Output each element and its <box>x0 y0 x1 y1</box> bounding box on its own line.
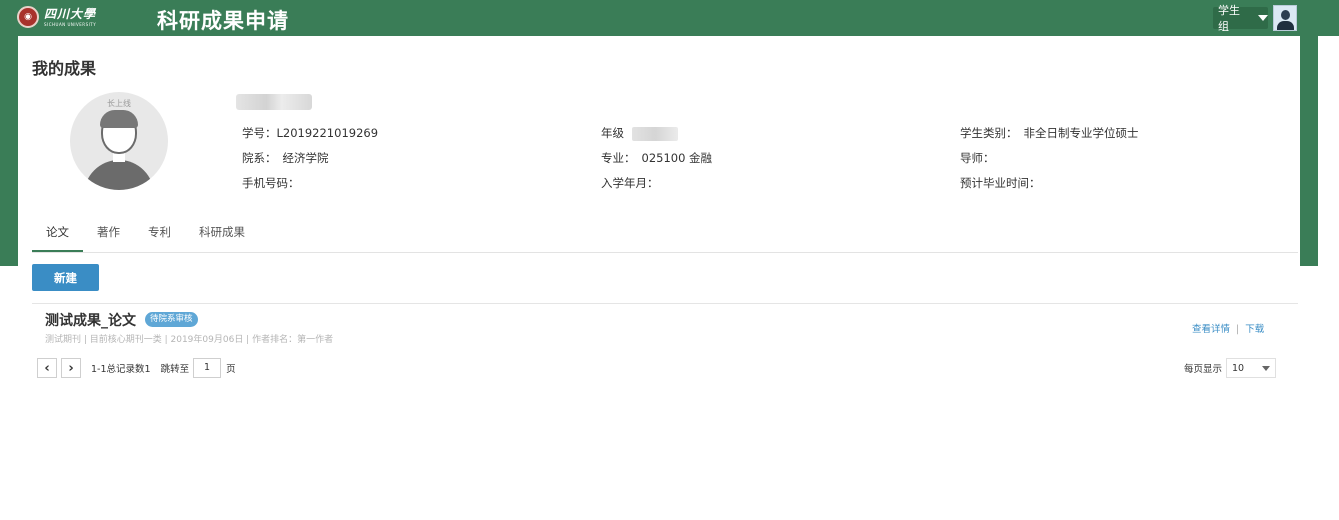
record-count: 1-1总记录数1 <box>91 364 151 375</box>
top-bar: ◉ 四川大學 SICHUAN UNIVERSITY 科研成果申请 学生组 <box>0 0 1339 36</box>
page-title: 我的成果 <box>32 59 97 78</box>
avatar-watermark: 长上线 <box>107 99 131 108</box>
graduation-date-field: 预计毕业时间： <box>960 176 1041 190</box>
per-page-select[interactable]: 10 <box>1226 358 1277 378</box>
major-value: 025100 金融 <box>641 151 713 165</box>
new-button[interactable]: 新建 <box>32 264 99 291</box>
tab-papers[interactable]: 论文 <box>32 222 83 252</box>
role-label: 学生组 <box>1218 4 1240 33</box>
page-number-input[interactable]: 1 <box>193 358 222 378</box>
caret-down-icon <box>1262 365 1271 371</box>
student-name-redacted <box>236 94 312 110</box>
tab-books[interactable]: 著作 <box>83 222 134 252</box>
department-value: 经济学院 <box>282 151 329 165</box>
app-title: 科研成果申请 <box>157 9 289 33</box>
university-seal-icon: ◉ <box>17 6 39 28</box>
advisor-field: 导师： <box>960 151 995 165</box>
jump-label: 跳转至 <box>160 364 190 375</box>
per-page-value: 10 <box>1232 362 1245 374</box>
chevron-left-icon[interactable]: ‹ <box>37 358 57 378</box>
view-details-link[interactable]: 查看详情 <box>1192 324 1230 335</box>
phone-field: 手机号码： <box>242 176 300 190</box>
record-actions: 查看详情 | 下载 <box>1192 324 1265 335</box>
right-margin <box>1318 36 1339 520</box>
student-type-value: 非全日制专业学位硕士 <box>1023 126 1139 140</box>
status-badge: 待院系审核 <box>145 312 198 327</box>
enroll-date-field: 入学年月： <box>601 176 659 190</box>
record-meta: 测试期刊 | 目前核心期刊一类 | 2019年09月06日 | 作者排名：第一作… <box>45 335 334 345</box>
result-tabs: 论文 著作 专利 科研成果 <box>32 222 1298 253</box>
department-field: 院系： 经济学院 <box>242 151 329 165</box>
role-dropdown[interactable]: 学生组 <box>1213 4 1268 33</box>
user-avatar-icon[interactable] <box>1273 5 1297 31</box>
logo-english: SICHUAN UNIVERSITY <box>44 21 97 27</box>
page-unit: 页 <box>226 364 236 375</box>
student-avatar-icon: 长上线 <box>70 92 168 190</box>
per-page-control: 每页显示 10 <box>1184 358 1277 378</box>
student-type-field: 学生类别： 非全日制专业学位硕士 <box>960 126 1139 140</box>
grade-field: 年级 <box>601 125 678 141</box>
record-title: 测试成果_论文 <box>45 313 136 329</box>
chevron-right-icon[interactable]: › <box>61 358 81 378</box>
pagination: ‹ › 1-1总记录数1 跳转至 1 页 <box>37 358 236 378</box>
main-card: 我的成果 长上线 学号：L2019221019269 院系： 经济学院 手机号码：… <box>18 36 1300 520</box>
grade-value-redacted <box>632 126 678 141</box>
student-id-field: 学号：L2019221019269 <box>242 126 379 140</box>
list-divider <box>32 303 1298 304</box>
logo-chinese: 四川大學 <box>44 6 97 21</box>
per-page-label: 每页显示 <box>1184 364 1223 375</box>
tab-patents[interactable]: 专利 <box>134 222 185 252</box>
major-field: 专业： 025100 金融 <box>601 151 713 165</box>
tab-research-results[interactable]: 科研成果 <box>185 222 259 252</box>
caret-down-icon <box>1258 15 1268 21</box>
download-link[interactable]: 下载 <box>1245 324 1264 335</box>
student-id-value: L2019221019269 <box>276 126 379 140</box>
university-logo[interactable]: ◉ 四川大學 SICHUAN UNIVERSITY <box>17 6 96 28</box>
